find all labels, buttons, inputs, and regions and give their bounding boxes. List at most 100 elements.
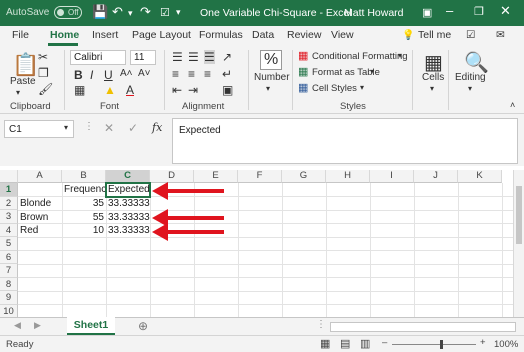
close-icon[interactable]: ✕ <box>500 3 511 19</box>
bold-icon[interactable]: B <box>74 68 83 82</box>
borders-icon[interactable]: ▦ <box>74 83 85 97</box>
paste-dropdown-icon[interactable]: ▾ <box>16 88 20 97</box>
align-left-icon[interactable]: ≡ <box>172 67 179 81</box>
font-shrink-icon[interactable]: A˅ <box>138 68 151 79</box>
percent-icon[interactable]: % <box>260 50 283 70</box>
row-header[interactable]: 7 <box>0 264 18 278</box>
restore-icon[interactable]: ❐ <box>474 5 484 18</box>
tab-data[interactable]: Data <box>252 29 274 41</box>
row-header[interactable]: 2 <box>0 196 18 210</box>
formula-input[interactable]: Expected <box>172 118 518 164</box>
autosave-toggle[interactable]: Off <box>54 6 82 19</box>
tab-formulas[interactable]: Formulas <box>199 29 243 41</box>
zoom-in-icon[interactable]: + <box>480 337 486 348</box>
editing-dropdown-icon[interactable]: ▾ <box>468 84 472 93</box>
cut-icon[interactable]: ✂ <box>38 50 48 64</box>
share-icon[interactable]: ☑ <box>466 29 475 41</box>
row-header[interactable]: 8 <box>0 277 18 291</box>
zoom-out-icon[interactable]: – <box>382 337 387 348</box>
zoom-slider[interactable] <box>392 344 476 345</box>
next-sheet-icon[interactable]: ▶ <box>34 320 41 331</box>
font-color-icon[interactable]: A <box>126 83 134 97</box>
scroll-thumb[interactable] <box>516 186 522 244</box>
checkbox-icon[interactable]: ☑ <box>160 6 170 19</box>
horizontal-scrollbar[interactable] <box>330 322 516 332</box>
font-grow-icon[interactable]: A˄ <box>120 68 133 79</box>
align-right-icon[interactable]: ≡ <box>204 67 211 81</box>
redo-icon[interactable]: ↷ <box>140 4 151 20</box>
number-button[interactable]: Number <box>254 72 290 83</box>
copy-icon[interactable]: ❐ <box>38 66 49 80</box>
undo-dropdown-icon[interactable]: ▾ <box>128 8 133 19</box>
sheet-tab[interactable]: Sheet1 <box>67 317 115 335</box>
column-header[interactable]: K <box>458 170 502 183</box>
cell-c3[interactable]: 33.33333 <box>106 211 150 225</box>
comments-icon[interactable]: ✉ <box>496 29 505 41</box>
row-header[interactable]: 5 <box>0 237 18 251</box>
number-dropdown-icon[interactable]: ▾ <box>266 84 270 93</box>
insert-function-icon[interactable]: fx <box>152 121 162 134</box>
column-header[interactable]: B <box>62 170 106 183</box>
cell-b4[interactable]: 10 <box>62 224 106 238</box>
paste-icon[interactable]: 📋 <box>12 52 39 78</box>
cell-b3[interactable]: 55 <box>62 211 106 225</box>
editing-button[interactable]: Editing <box>455 72 486 83</box>
row-header[interactable]: 4 <box>0 223 18 237</box>
cell-c4[interactable]: 33.33333 <box>106 224 150 238</box>
format-table-dropdown-icon[interactable]: ▾ <box>370 67 374 76</box>
column-header[interactable]: G <box>282 170 326 183</box>
tell-me-search[interactable]: Tell me <box>418 29 451 41</box>
paste-button[interactable]: Paste <box>10 76 36 87</box>
prev-sheet-icon[interactable]: ◀ <box>14 320 21 331</box>
row-header[interactable]: 3 <box>0 210 18 224</box>
tab-insert[interactable]: Insert <box>92 29 118 41</box>
tab-splitter-icon[interactable]: ⋮ <box>316 319 326 330</box>
row-header[interactable]: 6 <box>0 250 18 264</box>
page-break-view-icon[interactable]: ▥ <box>360 337 370 350</box>
align-center-icon[interactable]: ≡ <box>188 67 195 81</box>
column-header[interactable]: E <box>194 170 238 183</box>
font-name-dropdown[interactable]: Calibri <box>70 50 126 65</box>
underline-icon[interactable]: U <box>104 68 113 82</box>
conditional-dropdown-icon[interactable]: ▾ <box>398 51 402 60</box>
orientation-icon[interactable]: ↗ <box>222 50 232 64</box>
confirm-entry-icon[interactable]: ✓ <box>128 121 138 135</box>
cell-a4[interactable]: Red <box>18 224 62 238</box>
fill-color-icon[interactable]: ▲ <box>104 83 116 97</box>
conditional-formatting-button[interactable]: Conditional Formatting <box>312 51 408 62</box>
top-align-icon[interactable]: ☰ <box>172 50 183 64</box>
cell-b1[interactable]: Frequency <box>62 183 106 197</box>
row-header-selected[interactable]: 1 <box>0 183 18 197</box>
column-header[interactable]: F <box>238 170 282 183</box>
page-layout-view-icon[interactable]: ▤ <box>340 337 350 350</box>
cell-styles-dropdown-icon[interactable]: ▾ <box>360 83 364 92</box>
bottom-align-icon[interactable]: ☰ <box>204 50 215 64</box>
wrap-text-icon[interactable]: ↵ <box>222 67 232 81</box>
cell-a3[interactable]: Brown <box>18 211 62 225</box>
font-size-dropdown[interactable]: 11 <box>130 50 156 65</box>
tab-view[interactable]: View <box>331 29 354 41</box>
ribbon-display-icon[interactable]: ▣ <box>422 6 432 19</box>
middle-align-icon[interactable]: ☰ <box>188 50 199 64</box>
customize-toolbar-icon[interactable]: ▾ <box>176 7 181 18</box>
user-name[interactable]: Matt Howard <box>344 7 404 19</box>
tab-home[interactable]: Home <box>50 29 79 41</box>
cells-button[interactable]: Cells <box>422 72 444 83</box>
undo-icon[interactable]: ↶ <box>112 4 123 20</box>
tab-page-layout[interactable]: Page Layout <box>132 29 191 41</box>
cell-b2[interactable]: 35 <box>62 197 106 211</box>
cells-dropdown-icon[interactable]: ▾ <box>430 84 434 93</box>
italic-icon[interactable]: I <box>90 68 93 82</box>
new-sheet-icon[interactable]: ⊕ <box>138 319 148 333</box>
column-header[interactable]: A <box>18 170 62 183</box>
worksheet-grid[interactable]: A B C D E F G H I J K 1 2 3 4 5 6 7 8 9 … <box>0 170 524 317</box>
collapse-ribbon-icon[interactable]: ˄ <box>510 100 515 110</box>
minimize-icon[interactable]: – <box>446 3 453 18</box>
select-all-corner[interactable] <box>0 170 18 183</box>
format-painter-icon[interactable]: 🖌 <box>38 82 53 96</box>
vertical-scrollbar[interactable] <box>513 170 524 317</box>
tab-review[interactable]: Review <box>287 29 321 41</box>
column-header[interactable]: I <box>370 170 414 183</box>
decrease-indent-icon[interactable]: ⇤ <box>172 83 182 97</box>
name-box-dropdown-icon[interactable]: ▾ <box>64 123 68 132</box>
